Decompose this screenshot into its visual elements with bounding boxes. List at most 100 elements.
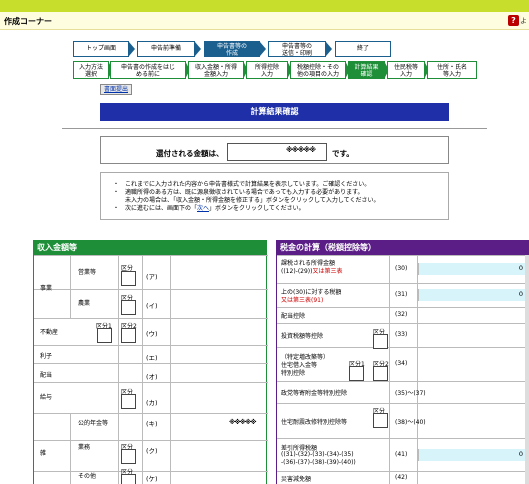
kubun-input-investment[interactable] <box>373 334 388 349</box>
bullet: ・ <box>113 205 120 212</box>
tax-label: 災害減免額 <box>281 476 312 483</box>
grid-line <box>170 255 171 484</box>
grid-line <box>277 283 529 284</box>
income-code: (ク) <box>146 447 158 455</box>
substep-8: 住所・氏名 等入力 <box>427 61 477 79</box>
kubun1-input-housing[interactable] <box>349 366 364 381</box>
tax-formula-alt: 又は第三表(91) <box>281 297 324 304</box>
note-4-text: 次に進むには、画面下の「 <box>125 205 198 212</box>
grid-line <box>277 255 529 256</box>
substep-label: める前に <box>135 71 160 78</box>
step-label: 送信・印刷 <box>281 50 312 57</box>
help-icon[interactable]: ? <box>508 15 519 26</box>
step-label: トップ画面 <box>85 45 116 52</box>
substep-label: 入力 <box>399 71 412 78</box>
refund-suffix: です。 <box>332 149 354 158</box>
income-panel: 事業 営業等 農業 不動産 利子 配当 給与雑公的年金等 業務 その他 区分 区分 区分1 区分2 区分区… <box>33 255 268 484</box>
label-work: 業務 <box>78 444 91 451</box>
tax-label: 政党等寄附金等特別控除 <box>281 390 348 397</box>
scrollbar[interactable] <box>525 255 529 484</box>
note-3: 未入力の場合は、「収入金額・所得金額を修正する」ボタンをクリックして入力してくだ… <box>125 197 380 204</box>
app-title: 作成コーナー <box>4 17 52 26</box>
substep-label: 入力 <box>260 71 273 78</box>
pension-value: ※※※※※ <box>229 418 257 426</box>
app-header: 作成コーナー ? よ <box>0 12 529 30</box>
label-business: 事業 <box>40 285 53 292</box>
refund-box: 還付される金額は、 ※※※※※ です。 <box>100 136 449 164</box>
tax-code: (32) <box>395 311 408 318</box>
tax-label: 住宅耐震改修特別控除等 <box>281 418 348 426</box>
refund-amount: ※※※※※ <box>286 146 316 154</box>
notes-box: ・ これまでに入力された内容から申告書様式で計算結果を表示しています。ご確認くだ… <box>100 172 449 220</box>
step-label: 申告前準備 <box>150 45 181 52</box>
substep-4: 所得控除 入力 <box>246 61 288 79</box>
kubun2-input-real-estate[interactable] <box>121 328 136 343</box>
label-misc: 雑 <box>40 450 47 457</box>
kubun-input-work[interactable] <box>121 449 136 464</box>
kubun-input-seismic[interactable] <box>373 413 388 428</box>
tax-label-3: -(36)-(37)-(38)-(39)-(40)) <box>281 458 356 466</box>
substep-3: 収入金額・所得 金額入力 <box>188 61 244 79</box>
substep-label: 入力方法 <box>78 64 103 71</box>
label-real-estate: 不動産 <box>40 329 59 336</box>
kubun-input-other[interactable] <box>121 474 136 484</box>
tax-label: 配当控除 <box>281 313 306 320</box>
substep-label: 他の項目の入力 <box>296 71 339 78</box>
tax-value: 0 <box>418 289 526 301</box>
help-label[interactable]: よ <box>520 16 527 26</box>
tax-value: 0 <box>418 263 526 275</box>
note-4: 次に進むには、画面下の「次へ」ボタンをクリックしてください。 <box>125 205 305 212</box>
substep-label: 確認 <box>360 71 373 78</box>
kubun-input-sales[interactable] <box>121 271 136 286</box>
income-code: (エ) <box>146 354 158 362</box>
step-5: 終了 <box>335 41 391 57</box>
grid-line <box>277 471 529 472</box>
note-4-text-end: 」ボタンをクリックしてください。 <box>209 205 305 212</box>
tax-label-2: ((12)-(29))又は第三表 <box>281 266 343 275</box>
tax-code: (33) <box>395 331 408 338</box>
kubun2-input-housing[interactable] <box>373 366 388 381</box>
substep-label: 計算結果 <box>354 64 379 71</box>
tax-code: (38)～(40) <box>395 418 426 426</box>
income-panel-title: 収入金額等 <box>33 240 267 255</box>
tax-code: (42) <box>395 473 408 481</box>
paper-submit-link[interactable]: 書面提出 <box>100 84 132 95</box>
grid-line <box>277 381 529 382</box>
income-code: (オ) <box>146 373 158 381</box>
bullet: ・ <box>113 189 120 196</box>
next-link[interactable]: 次へ <box>197 205 209 212</box>
tax-label-2: 又は第三表(91) <box>281 295 323 304</box>
kubun1-input-real-estate[interactable] <box>97 328 112 343</box>
refund-amount-box: ※※※※※ <box>227 143 327 161</box>
kubun-input-agriculture[interactable] <box>121 300 136 315</box>
tax-formula: ((31)-(32)-(33)-(34)-(35) <box>281 450 354 458</box>
tax-panel-title: 税金の計算（税額控除等） <box>276 240 529 255</box>
step-arrow-icon <box>326 42 332 56</box>
substep-7: 住民税等 入力 <box>387 61 425 79</box>
income-code: (イ) <box>146 302 158 310</box>
grid-line <box>34 363 268 364</box>
page-title: 計算結果確認 <box>100 103 449 121</box>
refund-label: 還付される金額は、 <box>156 149 224 158</box>
tax-code: (35)～(37) <box>395 390 426 397</box>
step-label: 申告書等の <box>216 43 247 50</box>
substep-2: 申告書の作成をはじ める前に <box>110 61 186 79</box>
tax-code: (34) <box>395 360 408 367</box>
substep-label: 住民税等 <box>393 64 418 71</box>
tax-value: 0 <box>418 448 526 461</box>
step-arrow-icon <box>260 42 266 56</box>
label-dividend: 配当 <box>40 372 53 379</box>
step-4: 申告書等の 送信・印刷 <box>268 41 326 57</box>
tax-label-2: ((31)-(32)-(33)-(34)-(35) <box>281 451 354 458</box>
note-1: これまでに入力された内容から申告書様式で計算結果を表示しています。ご確認ください… <box>125 181 371 188</box>
substep-label: 申告書の作成をはじ <box>120 64 175 71</box>
kubun-input-salary[interactable] <box>121 394 136 409</box>
label-sales: 営業等 <box>78 269 97 276</box>
step-arrow-icon <box>129 42 135 56</box>
grid-line <box>389 255 390 484</box>
step-arrow-icon <box>195 42 201 56</box>
substep-6: 計算結果 確認 <box>348 61 385 79</box>
bullet: ・ <box>113 181 120 188</box>
income-code: (カ) <box>146 399 158 407</box>
tax-label-3: 特別控除 <box>281 370 306 377</box>
